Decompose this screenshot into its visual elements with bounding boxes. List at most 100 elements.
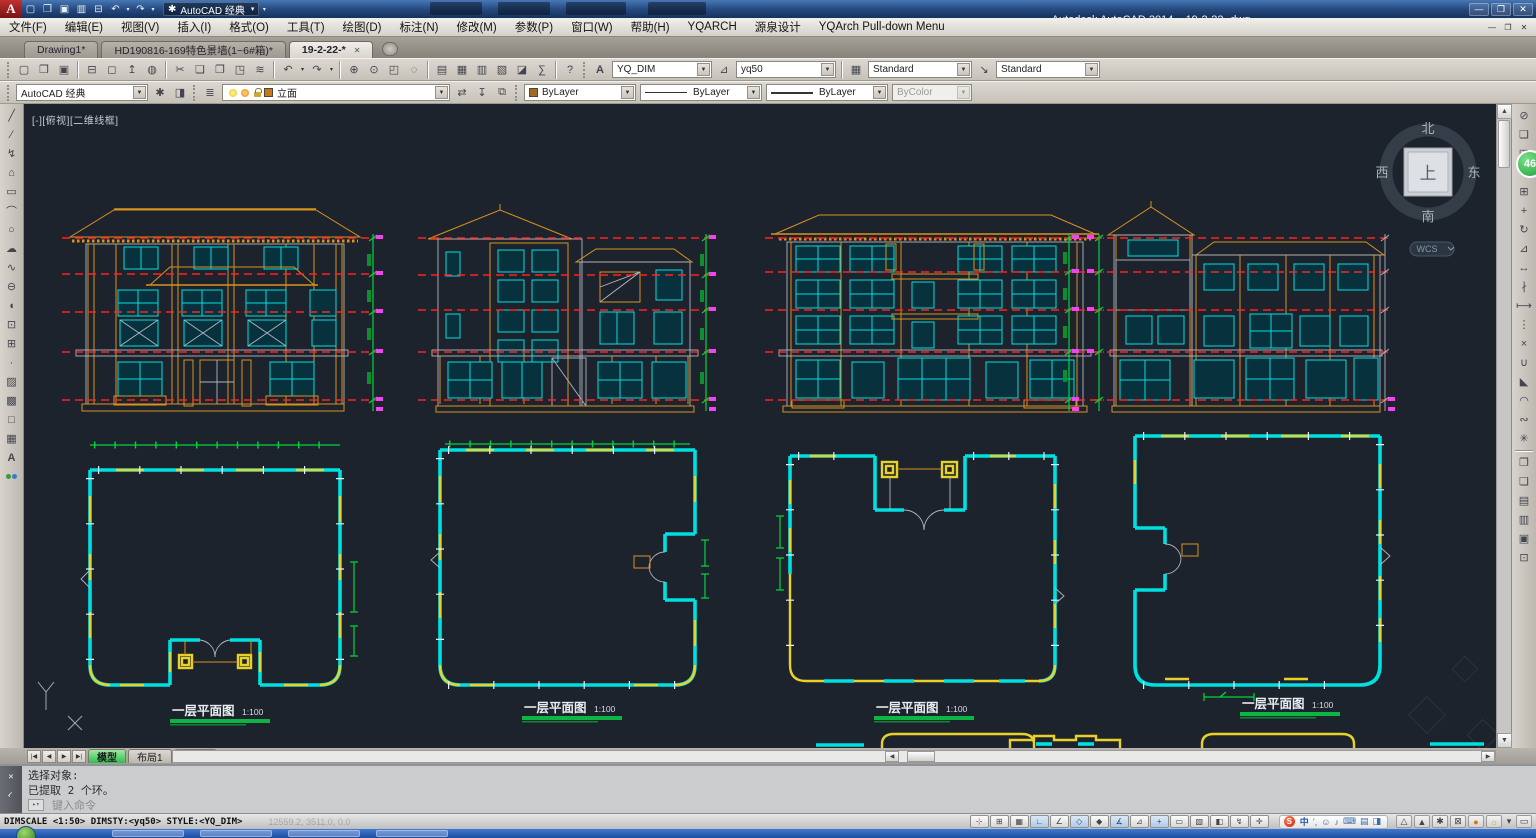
send-to-back-icon[interactable]: ❏ (1514, 472, 1535, 491)
qat-dropdown-icon[interactable]: ▾ (259, 2, 269, 17)
close-button[interactable]: ✕ (1513, 3, 1533, 16)
blend-icon[interactable]: ∾ (1514, 410, 1535, 429)
wcs-label[interactable]: WCS (1417, 244, 1438, 254)
vertical-scroll-thumb[interactable] (1498, 120, 1510, 168)
polyline-icon[interactable]: ↯ (1, 144, 22, 163)
menu-help[interactable]: 帮助(H) (622, 18, 679, 36)
move-icon[interactable]: + (1514, 201, 1535, 220)
save-icon[interactable]: ▣ (56, 2, 73, 17)
horizontal-scrollbar[interactable]: ◀ ▶ (172, 750, 1496, 763)
menu-dimension[interactable]: 标注(N) (391, 18, 448, 36)
ellipse-icon[interactable]: ⊖ (1, 277, 22, 296)
zoom-previous-icon[interactable]: ◌ (404, 60, 424, 79)
workspace-settings-icon[interactable]: ✱ (150, 83, 170, 102)
qnew-icon[interactable]: ▢ (22, 2, 39, 17)
open-icon[interactable]: ❒ (39, 2, 56, 17)
insert-block-icon[interactable]: ⊡ (1, 315, 22, 334)
revcloud-icon[interactable]: ☁ (1, 239, 22, 258)
table-icon[interactable]: ▦ (1, 429, 22, 448)
explode-icon[interactable]: ✳ (1514, 429, 1535, 448)
taskbar-app-button[interactable] (288, 830, 360, 837)
pan-icon[interactable]: ⊕ (344, 60, 364, 79)
text-style-icon[interactable]: A (590, 60, 610, 79)
workspace-switcher[interactable]: ✱ AutoCAD 经典 ▾ (163, 2, 259, 16)
tab-list-icon[interactable] (382, 42, 398, 56)
model-tab[interactable]: 模型 (88, 749, 126, 763)
grid-toggle[interactable]: ▦ (1010, 815, 1029, 828)
polar-toggle[interactable]: ∠ (1050, 815, 1069, 828)
quickcalc-icon[interactable]: ∑ (532, 60, 552, 79)
annotation-visibility-icon[interactable]: ▲ (1414, 815, 1430, 828)
redo-icon[interactable]: ↷ (307, 60, 327, 79)
command-input[interactable]: ▸▾ 键入命令 (0, 796, 1536, 813)
ime-language-label[interactable]: 中 (1300, 815, 1309, 828)
menu-draw[interactable]: 绘图(D) (334, 18, 391, 36)
ime-punctuation-icon[interactable]: ’, (1313, 817, 1318, 827)
scroll-right-icon[interactable]: ▶ (1481, 751, 1495, 762)
zoom-realtime-icon[interactable]: ⊙ (364, 60, 384, 79)
osnap-toggle[interactable]: ◇ (1070, 815, 1089, 828)
undo-icon[interactable]: ↶ (278, 60, 298, 79)
toolbar-grip[interactable] (7, 62, 11, 78)
help-icon[interactable]: ? (560, 60, 580, 79)
hatch-to-back-icon[interactable]: ⊡ (1514, 548, 1535, 567)
trim-icon[interactable]: ∤ (1514, 277, 1535, 296)
spline-icon[interactable]: ∿ (1, 258, 22, 277)
clean-screen-icon[interactable]: ▭ (1516, 815, 1532, 828)
layer-previous-icon[interactable]: ↧ (472, 83, 492, 102)
toolbar-grip[interactable] (583, 62, 587, 78)
dim-style-combo[interactable]: yq50▼ (736, 61, 836, 78)
bring-above-icon[interactable]: ▤ (1514, 491, 1535, 510)
snap-toggle[interactable]: ⊞ (990, 815, 1009, 828)
make-layer-current-icon[interactable]: ⇄ (452, 83, 472, 102)
menu-yuanquan[interactable]: 源泉设计 (746, 18, 810, 36)
workspace-gear-icon[interactable]: ✱ (1432, 815, 1448, 828)
taskbar-app-button[interactable] (376, 830, 448, 837)
coordinates-readout[interactable]: 12559.2, 3511.0, 0.0 (268, 817, 350, 827)
markup-icon[interactable]: ◪ (512, 60, 532, 79)
plot-icon[interactable]: ⊟ (90, 2, 107, 17)
undo-dropdown-icon[interactable]: ▾ (298, 60, 307, 79)
region-icon[interactable]: □ (1, 410, 22, 429)
sogou-logo-icon[interactable]: S (1284, 816, 1295, 827)
cut-icon[interactable]: ✂ (170, 60, 190, 79)
zoom-window-icon[interactable]: ◰ (384, 60, 404, 79)
array-icon[interactable]: ⊞ (1514, 182, 1535, 201)
designcenter-icon[interactable]: ▦ (452, 60, 472, 79)
mleader-style-combo[interactable]: Standard▼ (996, 61, 1100, 78)
toolbar-grip[interactable] (515, 85, 519, 101)
text-style-combo[interactable]: YQ_DIM▼ (612, 61, 712, 78)
mtext-icon[interactable]: A (1, 448, 22, 467)
viewcube-west-label[interactable]: 西 (1375, 165, 1388, 180)
menu-file[interactable]: 文件(F) (0, 18, 56, 36)
bring-to-front-icon[interactable]: ❐ (1514, 453, 1535, 472)
layer-properties-icon[interactable]: ≣ (200, 83, 220, 102)
file-tab-hd190816[interactable]: HD190816-169特色景墙(1~6#箱)* (101, 41, 285, 58)
horizontal-scroll-thumb[interactable] (907, 751, 935, 762)
menu-window[interactable]: 窗口(W) (562, 18, 622, 36)
ime-toolbar[interactable]: S 中 ’, ☺ ♪ ⌨ ▤ ◨ (1279, 815, 1388, 829)
tab-first-icon[interactable]: |◀ (27, 750, 41, 763)
open-icon[interactable]: ❒ (34, 60, 54, 79)
mdi-minimize-icon[interactable]: — (1484, 21, 1500, 33)
paste-icon[interactable]: ❐ (210, 60, 230, 79)
viewcube-south-label[interactable]: 南 (1421, 209, 1434, 224)
viewport-controls-label[interactable]: [-][俯视][二维线框] (32, 112, 119, 127)
taskbar-app-button[interactable] (200, 830, 272, 837)
workspace-combo[interactable]: AutoCAD 经典▼ (16, 84, 148, 101)
rectangle-icon[interactable]: ▭ (1, 182, 22, 201)
viewcube-north-label[interactable]: 北 (1421, 121, 1434, 136)
linetype-combo[interactable]: ByLayer▼ (640, 84, 762, 101)
send-under-icon[interactable]: ▥ (1514, 510, 1535, 529)
redo-dropdown-icon[interactable]: ▾ (149, 2, 157, 17)
paste-special-icon[interactable]: ◳ (230, 60, 250, 79)
notification-badge[interactable]: 46 (1516, 150, 1536, 178)
tab-close-icon[interactable]: ✕ (354, 46, 361, 55)
menu-edit[interactable]: 编辑(E) (56, 18, 112, 36)
menu-view[interactable]: 视图(V) (112, 18, 168, 36)
extend-icon[interactable]: ⟼ (1514, 296, 1535, 315)
table-style-combo[interactable]: Standard▼ (868, 61, 972, 78)
minimize-button[interactable]: — (1469, 3, 1489, 16)
ellipse-arc-icon[interactable]: ◖ (1, 296, 22, 315)
viewcube[interactable]: 上 北 南 西 东 WCS (1375, 121, 1480, 256)
